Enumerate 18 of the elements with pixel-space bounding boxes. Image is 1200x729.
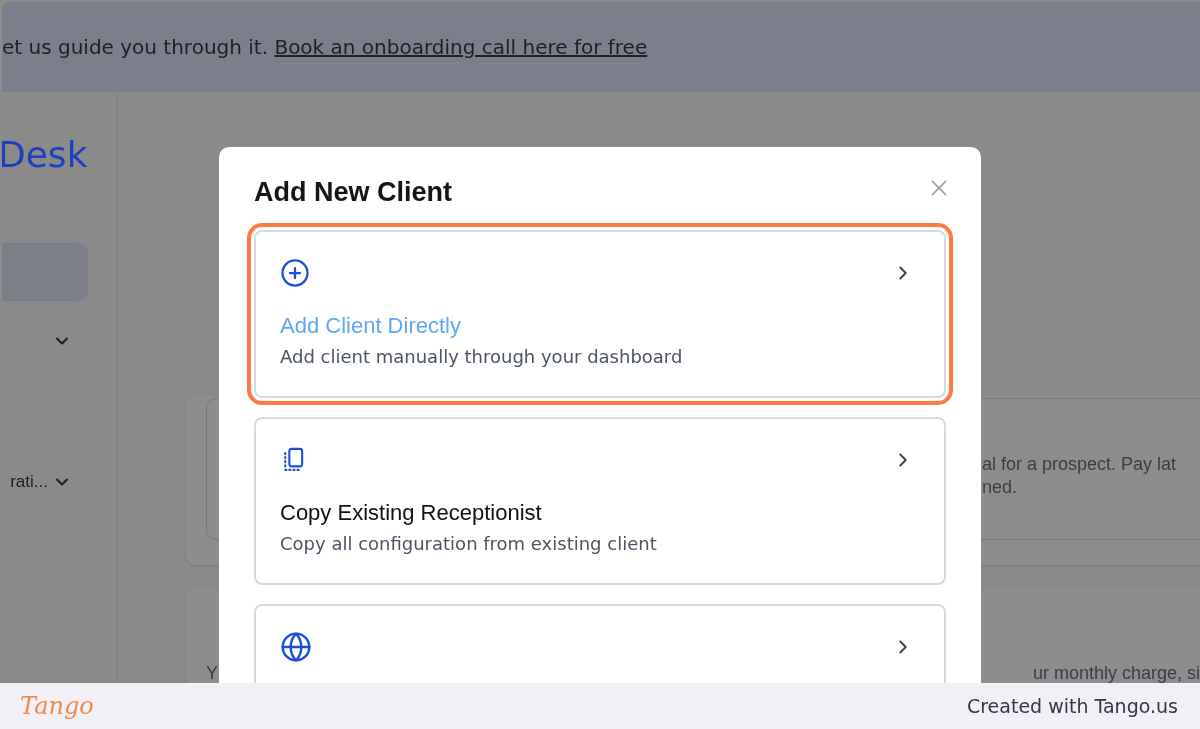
tango-logo: Tango — [20, 692, 94, 720]
dialog-title: Add New Client — [254, 177, 452, 208]
sidebar-item[interactable]: rati... — [2, 453, 118, 511]
option-card[interactable]: Copy Existing Receptionist Copy all configuration from existing client — [254, 417, 946, 585]
plus-circle-icon — [280, 258, 310, 288]
onboarding-link[interactable]: Book an onboarding call here for free — [274, 35, 648, 59]
description-text: ur monthly charge, si — [1032, 662, 1200, 683]
description-text: al for a prospect. Pay lat — [982, 453, 1178, 476]
globe-icon — [280, 631, 312, 663]
option-description: Add client manually through your dashboard — [280, 346, 684, 367]
brand-logo: Desk — [2, 137, 89, 173]
option-description: Copy all configuration from existing client — [280, 533, 658, 554]
credit-text: Created with Tango.us — [966, 695, 1178, 717]
description-text: Y — [206, 662, 218, 683]
banner-text: et us guide you through it. — [2, 35, 270, 59]
description-text: ned. — [982, 476, 1019, 499]
option-title: Add Client Directly — [280, 312, 462, 340]
option-title: Copy Existing Receptionist — [280, 499, 543, 527]
